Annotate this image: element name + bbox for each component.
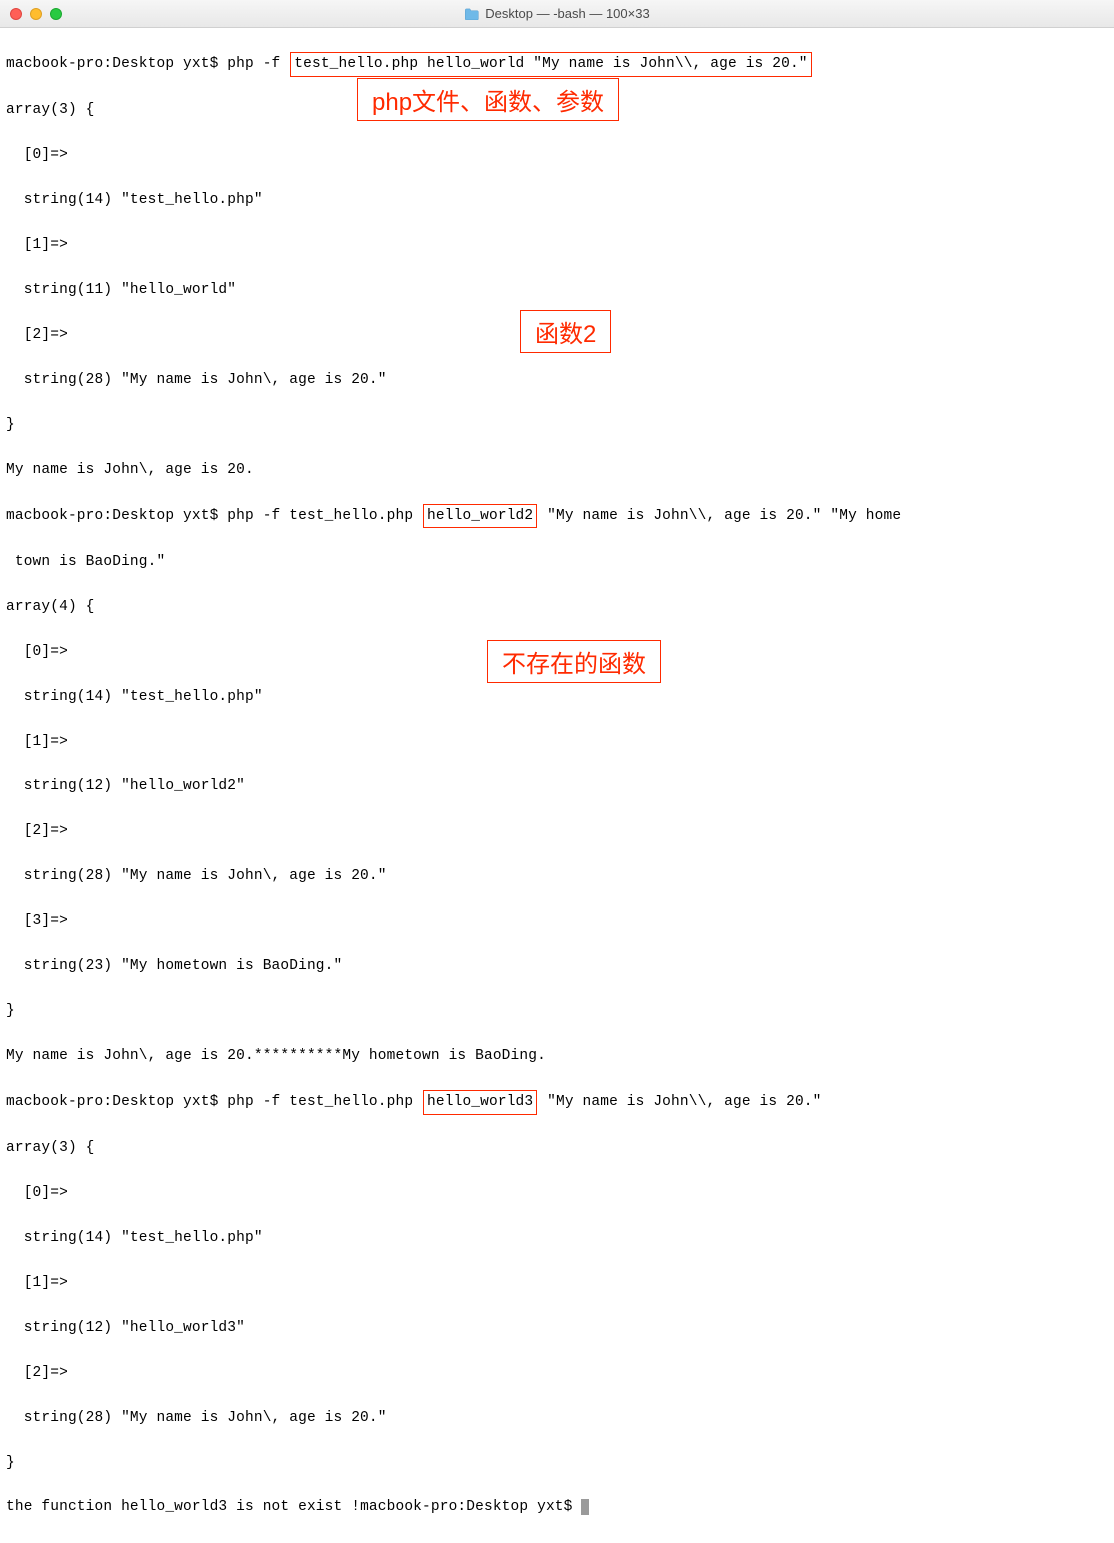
traffic-lights [10,8,62,20]
maximize-button[interactable] [50,8,62,20]
terminal-line: [0]=> [6,144,1108,166]
terminal-line: string(14) "test_hello.php" [6,189,1108,211]
terminal-line: [1]=> [6,234,1108,256]
terminal-area[interactable]: macbook-pro:Desktop yxt$ php -f test_hel… [0,28,1114,1543]
terminal-line: macbook-pro:Desktop yxt$ php -f test_hel… [6,52,1108,76]
terminal-line: } [6,414,1108,436]
terminal-line: [2]=> [6,1362,1108,1384]
terminal-line: array(3) { [6,1137,1108,1159]
terminal-line: string(14) "test_hello.php" [6,1227,1108,1249]
terminal-line: [2]=> [6,820,1108,842]
close-button[interactable] [10,8,22,20]
terminal-line: [1]=> [6,731,1108,753]
terminal-line: string(14) "test_hello.php" [6,686,1108,708]
annotation-label-1: php文件、函数、参数 [357,78,619,121]
folder-icon [464,8,479,20]
terminal-line: [3]=> [6,910,1108,932]
terminal-line: string(12) "hello_world2" [6,775,1108,797]
terminal-cursor [581,1499,589,1515]
terminal-line: the function hello_world3 is not exist !… [6,1496,1108,1518]
highlight-box-cmd1: test_hello.php hello_world "My name is J… [290,52,811,76]
window-title: Desktop — -bash — 100×33 [464,6,649,21]
terminal-line: string(28) "My name is John\, age is 20.… [6,1407,1108,1429]
terminal-line: } [6,1000,1108,1022]
terminal-line: [1]=> [6,1272,1108,1294]
highlight-box-cmd3: hello_world3 [423,1090,537,1114]
window-title-text: Desktop — -bash — 100×33 [485,6,649,21]
window-titlebar: Desktop — -bash — 100×33 [0,0,1114,28]
terminal-line: macbook-pro:Desktop yxt$ php -f test_hel… [6,1090,1108,1114]
terminal-line: My name is John\, age is 20.**********My… [6,1045,1108,1067]
annotation-label-3: 不存在的函数 [487,640,661,683]
terminal-line: } [6,1452,1108,1474]
terminal-line: [0]=> [6,1182,1108,1204]
terminal-line: string(11) "hello_world" [6,279,1108,301]
highlight-box-cmd2: hello_world2 [423,504,537,528]
terminal-line: string(28) "My name is John\, age is 20.… [6,369,1108,391]
minimize-button[interactable] [30,8,42,20]
terminal-line: string(28) "My name is John\, age is 20.… [6,865,1108,887]
terminal-line: string(12) "hello_world3" [6,1317,1108,1339]
terminal-line: My name is John\, age is 20. [6,459,1108,481]
annotation-label-2: 函数2 [520,310,611,353]
terminal-line: macbook-pro:Desktop yxt$ php -f test_hel… [6,504,1108,528]
terminal-line: town is BaoDing." [6,551,1108,573]
terminal-line: array(4) { [6,596,1108,618]
terminal-line: string(23) "My hometown is BaoDing." [6,955,1108,977]
